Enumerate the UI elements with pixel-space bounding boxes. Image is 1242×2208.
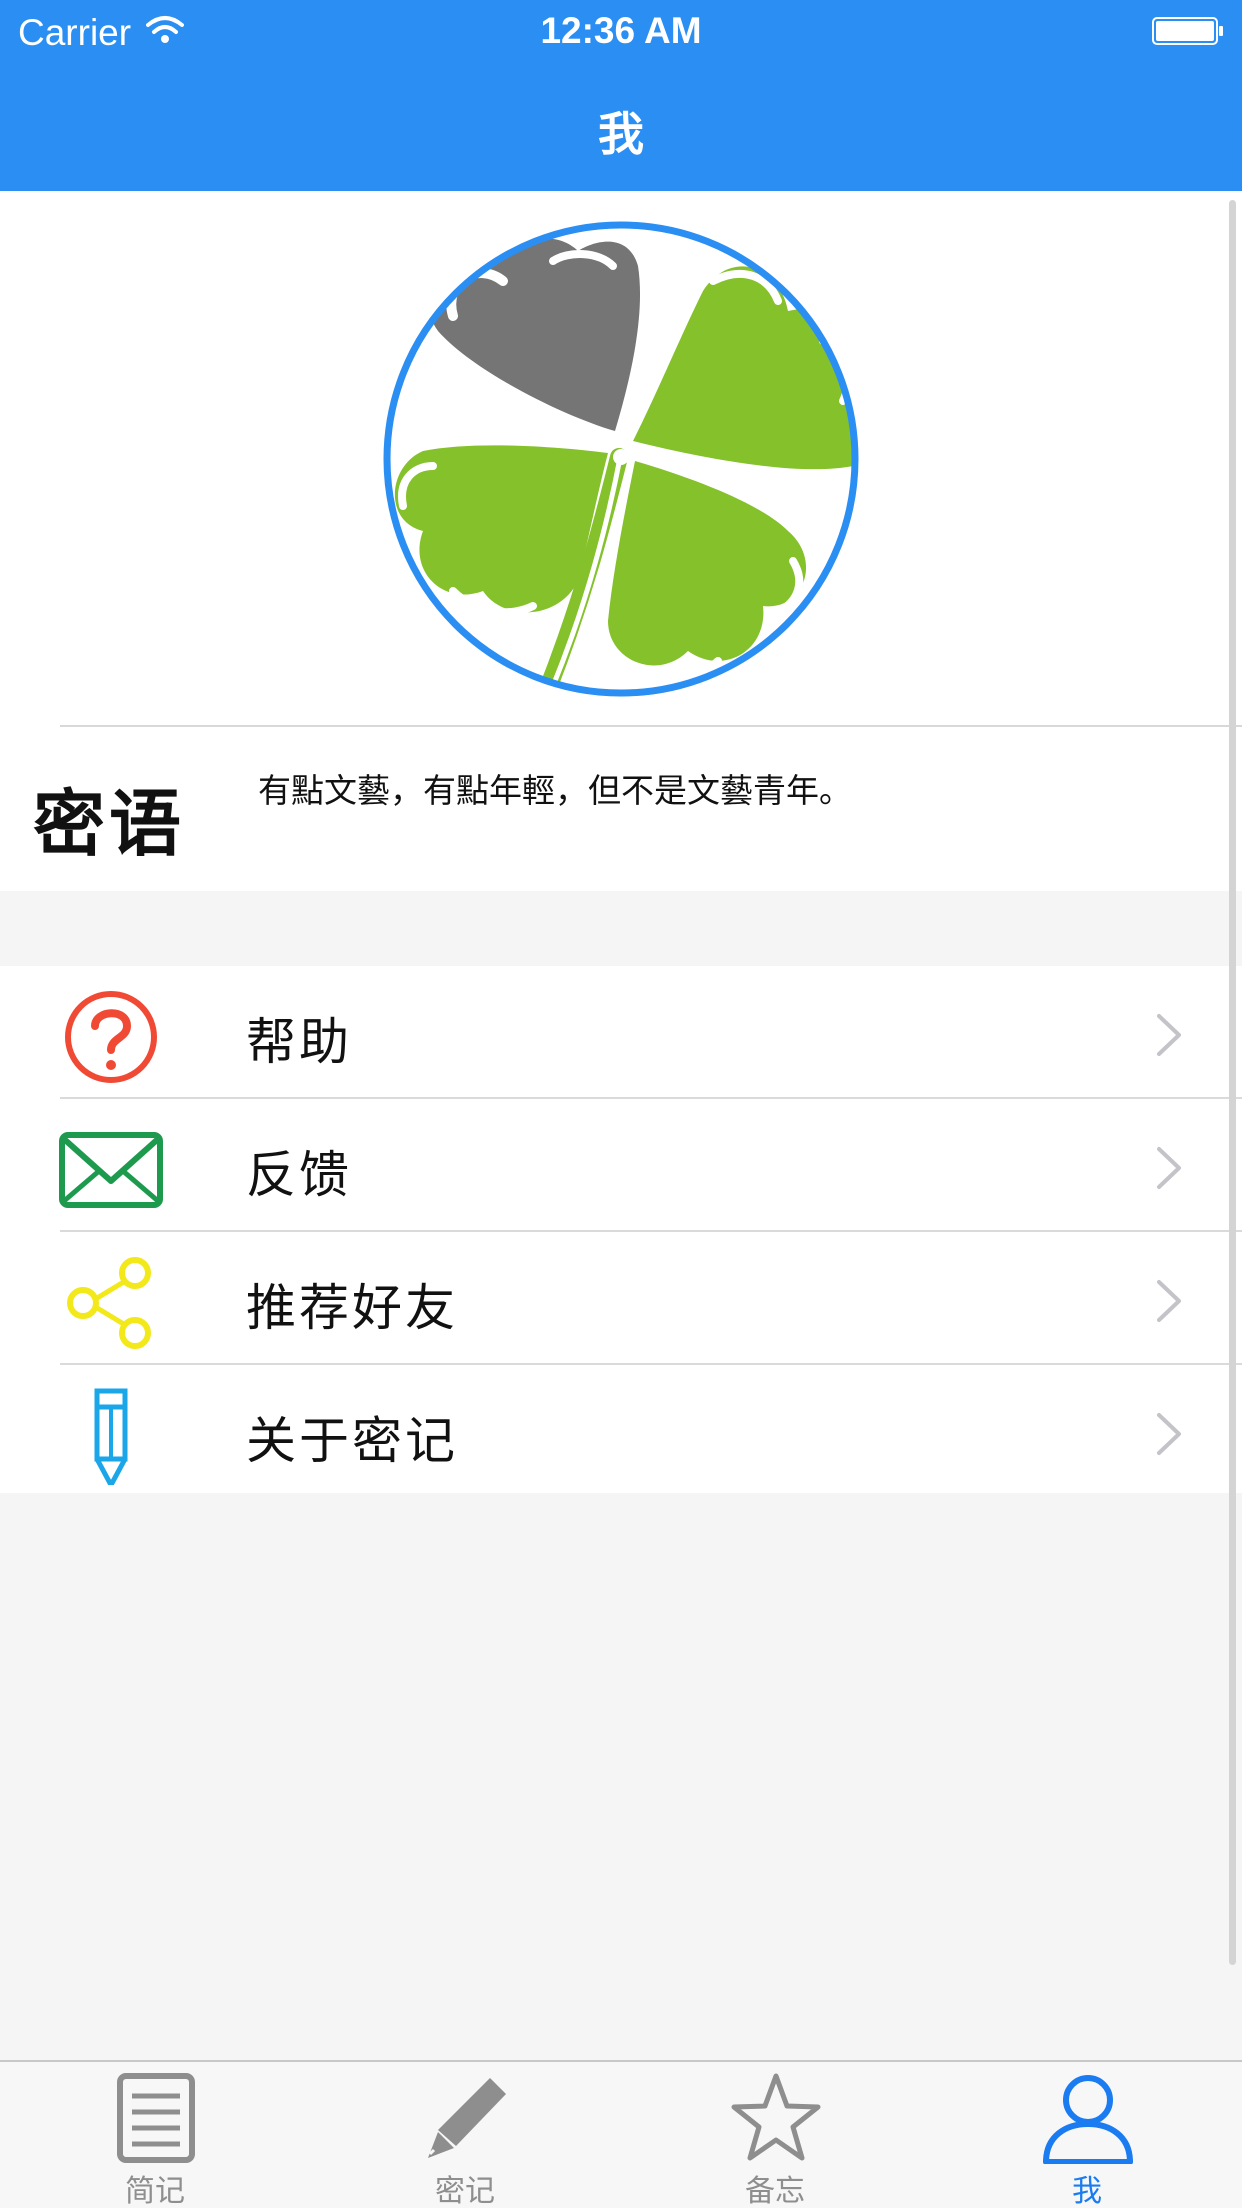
avatar[interactable] <box>383 221 859 697</box>
tab-label: 简记 <box>125 2174 185 2208</box>
envelope-icon <box>59 1132 163 1208</box>
scroll-indicator[interactable] <box>1229 200 1236 1965</box>
tab-secret-notes[interactable]: 密记 <box>310 2062 620 2208</box>
menu-item-help[interactable]: 帮助 <box>0 966 1242 1098</box>
chevron-right-icon <box>1157 1147 1181 1189</box>
status-time: 12:36 AM <box>540 10 702 51</box>
document-icon <box>117 2073 195 2163</box>
battery-icon <box>1152 17 1223 45</box>
menu-item-about[interactable]: 关于密记 <box>0 1365 1242 1497</box>
profile-card: 密语 有點文藝，有點年輕，但不是文藝青年。 <box>0 191 1242 891</box>
menu-item-recommend[interactable]: 推荐好友 <box>0 1232 1242 1364</box>
question-circle-icon <box>65 991 157 1083</box>
chevron-right-icon <box>1157 1413 1181 1455</box>
person-icon <box>1043 2075 1133 2164</box>
menu-item-feedback[interactable]: 反馈 <box>0 1099 1242 1231</box>
settings-menu: 帮助 反馈 推荐好友 关于密记 <box>0 966 1242 1493</box>
menu-item-label: 帮助 <box>246 1013 352 1071</box>
pencil-icon <box>94 1388 128 1485</box>
chevron-right-icon <box>1157 1014 1181 1056</box>
star-icon <box>731 2073 821 2161</box>
tab-notes[interactable]: 简记 <box>0 2062 310 2208</box>
tab-label: 密记 <box>435 2174 495 2208</box>
menu-item-label: 反馈 <box>246 1146 352 1204</box>
menu-item-label: 关于密记 <box>246 1412 458 1470</box>
motto-text: 有點文藝，有點年輕，但不是文藝青年。 <box>258 771 852 810</box>
pencil-icon <box>428 2078 506 2158</box>
motto-label: 密语 <box>33 782 186 866</box>
tab-label: 我 <box>1072 2174 1102 2208</box>
profile-divider <box>60 725 1242 727</box>
chevron-right-icon <box>1157 1280 1181 1322</box>
page-title: 我 <box>598 107 644 161</box>
tab-label: 备忘 <box>745 2174 805 2208</box>
tab-bar: 简记 密记 备忘 我 <box>0 2060 1242 2208</box>
tab-me[interactable]: 我 <box>932 2062 1242 2208</box>
me-screen: Carrier 12:36 AM 我 密语 有點文藝，有點年輕，但不是文藝青年。… <box>0 0 1242 2208</box>
tab-memo[interactable]: 备忘 <box>620 2062 930 2208</box>
share-icon <box>67 1257 151 1349</box>
menu-item-label: 推荐好友 <box>246 1279 458 1337</box>
navigation-header: Carrier 12:36 AM 我 <box>0 0 1242 191</box>
